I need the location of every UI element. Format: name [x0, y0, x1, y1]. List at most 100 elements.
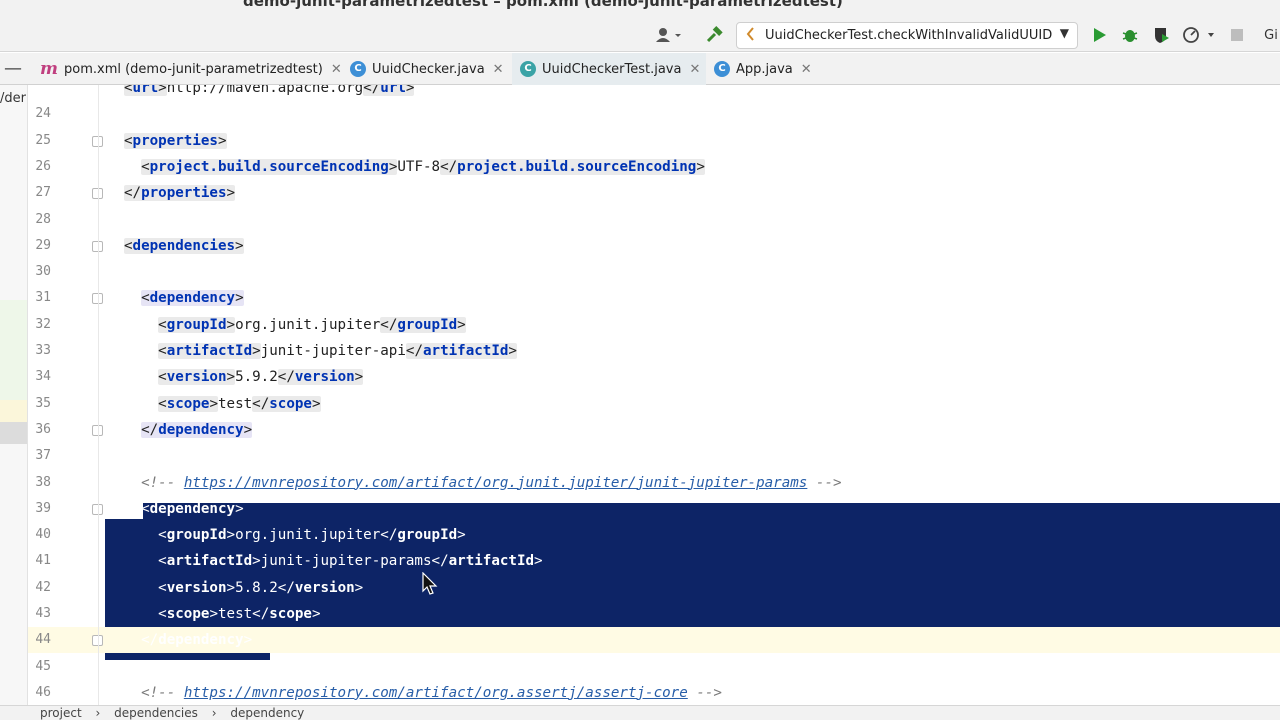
line-number[interactable]: 37	[29, 443, 51, 469]
code-text[interactable]: </properties>	[124, 180, 236, 206]
mouse-cursor	[422, 571, 438, 596]
close-icon[interactable]: ✕	[331, 62, 342, 77]
line-number[interactable]: 28	[29, 207, 51, 233]
editor-tab-bar: — m pom.xml (demo-junit-parametrizedtest…	[0, 53, 1280, 85]
line-number[interactable]: 33	[29, 338, 51, 364]
close-icon[interactable]: ✕	[493, 62, 504, 77]
collapse-icon[interactable]: —	[4, 58, 22, 79]
profiler-icon[interactable]	[1180, 24, 1220, 46]
tab-uuidchecker-java[interactable]: C UuidChecker.java ✕	[344, 53, 510, 85]
class-icon: C	[714, 61, 730, 77]
code-line[interactable]: 45	[0, 654, 1280, 680]
line-number[interactable]: 27	[29, 180, 51, 206]
code-line[interactable]: 46 <!-- https://mvnrepository.com/artifa…	[0, 680, 1280, 705]
code-text[interactable]: <version>5.8.2</version>	[124, 575, 363, 601]
line-number[interactable]: 43	[29, 601, 51, 627]
code-text[interactable]: </dependency>	[124, 417, 253, 443]
code-line[interactable]: 38 <!-- https://mvnrepository.com/artifa…	[0, 470, 1280, 496]
code-line[interactable]: 31 <dependency>	[0, 285, 1280, 311]
line-number[interactable]: 30	[29, 259, 51, 285]
tab-pom-xml[interactable]: m pom.xml (demo-junit-parametrizedtest) …	[36, 53, 342, 85]
coverage-icon[interactable]	[1151, 24, 1171, 46]
line-number[interactable]: 39	[29, 496, 51, 522]
line-number[interactable]: 26	[29, 154, 51, 180]
line-number[interactable]: 41	[29, 548, 51, 574]
code-line[interactable]: 41 <artifactId>junit-jupiter-params</art…	[0, 548, 1280, 574]
tab-uuidcheckertest-java[interactable]: C UuidCheckerTest.java ✕	[512, 53, 706, 85]
code-line[interactable]: 37	[0, 443, 1280, 469]
line-number[interactable]: 29	[29, 233, 51, 259]
code-line[interactable]: 34 <version>5.9.2</version>	[0, 364, 1280, 390]
stop-icon[interactable]	[1228, 24, 1246, 46]
close-icon[interactable]: ✕	[689, 62, 700, 77]
code-line[interactable]: 30	[0, 259, 1280, 285]
line-number[interactable]: 40	[29, 522, 51, 548]
code-text[interactable]: <dependencies>	[124, 233, 244, 259]
build-hammer-icon[interactable]	[703, 24, 725, 46]
maven-m-icon: m	[40, 59, 58, 79]
code-line[interactable]: 24	[0, 101, 1280, 127]
code-line[interactable]: 40 <groupId>org.junit.jupiter</groupId>	[0, 522, 1280, 548]
breadcrumb-item[interactable]: dependency	[230, 706, 304, 720]
test-class-icon: C	[520, 61, 536, 77]
code-line[interactable]: 44 </dependency>	[0, 627, 1280, 654]
code-text[interactable]: <dependency>	[124, 496, 244, 522]
code-text[interactable]: <groupId>org.junit.jupiter</groupId>	[124, 312, 466, 338]
code-line[interactable]: 42 <version>5.8.2</version>	[0, 575, 1280, 601]
code-line[interactable]: 39 <dependency>	[0, 496, 1280, 522]
line-number[interactable]: 25	[29, 128, 51, 154]
code-text[interactable]: <dependency>	[124, 285, 244, 311]
line-number[interactable]: 42	[29, 575, 51, 601]
code-text[interactable]: <properties>	[124, 128, 227, 154]
code-text[interactable]: </dependency>	[124, 627, 252, 653]
git-menu-label[interactable]: Gi	[1262, 24, 1280, 46]
code-text[interactable]: <project.build.sourceEncoding>UTF-8</pro…	[124, 154, 705, 180]
breadcrumb-item[interactable]: project	[40, 706, 82, 720]
code-line[interactable]: 33 <artifactId>junit-jupiter-api</artifa…	[0, 338, 1280, 364]
code-line[interactable]: 27 </properties>	[0, 180, 1280, 206]
run-icon[interactable]	[1090, 24, 1110, 46]
line-number[interactable]: 34	[29, 364, 51, 390]
code-line[interactable]: 36 </dependency>	[0, 417, 1280, 443]
tab-label: UuidChecker.java	[372, 61, 485, 77]
code-text[interactable]: <url>http://maven.apache.org</url>	[124, 85, 415, 101]
tab-label: App.java	[736, 61, 793, 77]
change-marker	[0, 422, 27, 444]
code-line[interactable]: 43 <scope>test</scope>	[0, 601, 1280, 627]
line-number[interactable]: 24	[29, 101, 51, 127]
line-number[interactable]: 36	[29, 417, 51, 443]
code-line[interactable]: 29 <dependencies>	[0, 233, 1280, 259]
code-text[interactable]: <!-- https://mvnrepository.com/artifact/…	[124, 470, 841, 496]
run-configuration-selector[interactable]: UuidCheckerTest.checkWithInvalidValidUUI…	[736, 22, 1078, 49]
line-number[interactable]: 38	[29, 470, 51, 496]
code-text[interactable]: <artifactId>junit-jupiter-api</artifactI…	[124, 338, 517, 364]
code-line[interactable]: <url>http://maven.apache.org</url>	[0, 85, 1280, 101]
code-line[interactable]: 28	[0, 207, 1280, 233]
title-bar: demo-junit-parametrizedtest – pom.xml (d…	[0, 0, 1280, 52]
tab-app-java[interactable]: C App.java ✕	[708, 53, 820, 85]
close-icon[interactable]: ✕	[801, 62, 812, 77]
code-text[interactable]: <groupId>org.junit.jupiter</groupId>	[124, 522, 466, 548]
change-marker	[0, 400, 27, 422]
code-text[interactable]: <!-- https://mvnrepository.com/artifact/…	[124, 680, 722, 705]
line-number[interactable]: 45	[29, 654, 51, 680]
code-text[interactable]: <scope>test</scope>	[124, 391, 321, 417]
code-text[interactable]: <version>5.9.2</version>	[124, 364, 364, 390]
code-text[interactable]: <artifactId>junit-jupiter-params</artifa…	[124, 548, 542, 574]
code-line[interactable]: 35 <scope>test</scope>	[0, 391, 1280, 417]
user-icon[interactable]	[652, 24, 686, 46]
code-line[interactable]: 26 <project.build.sourceEncoding>UTF-8</…	[0, 154, 1280, 180]
code-editor[interactable]: <url>http://maven.apache.org</url> 24 25 <p…	[0, 85, 1280, 705]
line-number[interactable]: 44	[29, 627, 51, 653]
code-line[interactable]: 25 <properties>	[0, 128, 1280, 154]
line-number[interactable]: 46	[29, 680, 51, 705]
line-number[interactable]: 35	[29, 391, 51, 417]
line-number[interactable]: 31	[29, 285, 51, 311]
debug-icon[interactable]	[1120, 24, 1140, 46]
code-text[interactable]: <scope>test</scope>	[124, 601, 320, 627]
tab-label: UuidCheckerTest.java	[542, 61, 682, 77]
code-line[interactable]: 32 <groupId>org.junit.jupiter</groupId>	[0, 312, 1280, 338]
change-marker	[0, 300, 27, 404]
breadcrumb-item[interactable]: dependencies	[114, 706, 198, 720]
line-number[interactable]: 32	[29, 312, 51, 338]
